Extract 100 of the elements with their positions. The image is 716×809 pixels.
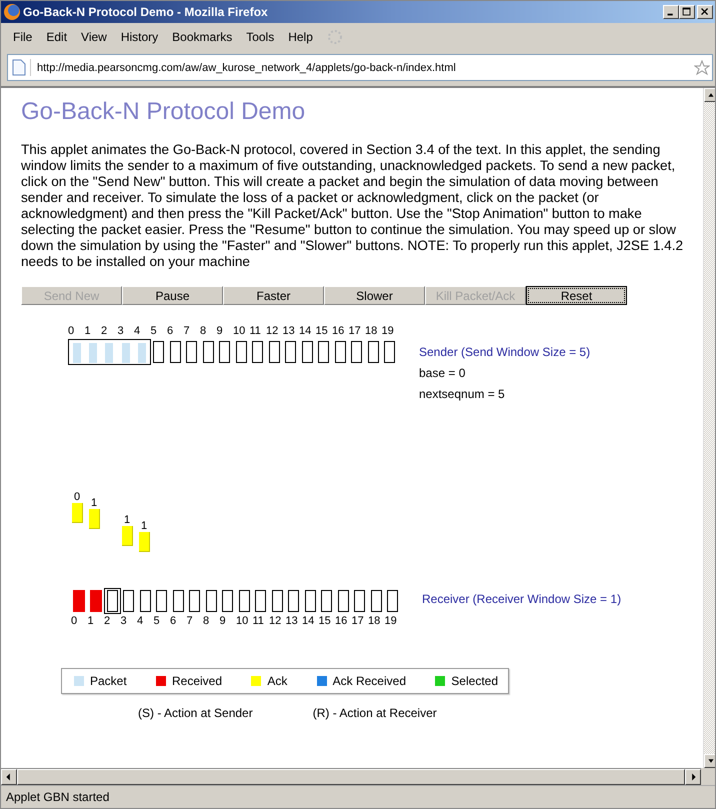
sequence-number: 18 [368, 615, 382, 628]
legend-label: Received [172, 674, 222, 688]
applet-button[interactable]: Pause [122, 286, 223, 305]
sequence-number: 8 [200, 325, 208, 338]
loading-icon [326, 29, 343, 45]
legend-label: Ack [267, 674, 288, 688]
sequence-number: 15 [318, 615, 332, 628]
sequence-number: 4 [134, 325, 142, 338]
sequence-number: 8 [203, 615, 210, 628]
sender-label: Sender (Send Window Size = 5) [419, 345, 590, 359]
sequence-number: 12 [269, 615, 282, 628]
receiver-slot[interactable] [352, 590, 368, 612]
applet-button[interactable]: Slower [324, 286, 425, 305]
sender-slot[interactable] [382, 341, 398, 363]
address-bar[interactable]: http://media.pearsoncmg.com/aw/aw_kurose_network_4/applets/go-back-n/index.html [7, 54, 713, 81]
sequence-number: 17 [352, 615, 365, 628]
sender-slot[interactable] [200, 341, 216, 363]
receiver-slot[interactable] [302, 590, 318, 612]
browser-logo-icon [4, 4, 20, 20]
sequence-number: 1 [84, 325, 92, 338]
receiver-slot[interactable] [252, 590, 269, 612]
sender-slot[interactable] [150, 341, 167, 363]
receiver-slot[interactable] [368, 590, 384, 612]
sequence-number: 7 [184, 325, 191, 338]
receiver-slot[interactable] [120, 590, 137, 612]
star-icon[interactable] [694, 60, 710, 76]
receiver-slot[interactable] [154, 590, 170, 612]
receiver-slot[interactable] [104, 588, 120, 614]
menu-item[interactable]: Bookmarks [166, 30, 240, 44]
applet-button[interactable]: Reset [526, 286, 627, 305]
page-heading: Go-Back-N Protocol Demo [21, 98, 306, 126]
sequence-number: 11 [250, 325, 262, 338]
sequence-number: 14 [302, 615, 316, 628]
scroll-left-icon[interactable] [1, 769, 17, 785]
sequence-number: 3 [120, 615, 128, 628]
sequence-number: 2 [101, 325, 108, 338]
window-title: Go-Back-N Protocol Demo - Mozilla Firefox [23, 5, 269, 19]
menu-item[interactable]: View [75, 30, 115, 44]
sender-slot[interactable] [68, 339, 84, 365]
sender-slot[interactable] [134, 339, 150, 365]
sender-slot[interactable] [233, 341, 250, 363]
legend-label: Packet [90, 674, 127, 688]
sequence-number: 6 [167, 325, 174, 338]
receiver-label: Receiver (Receiver Window Size = 1) [422, 592, 622, 606]
sender-slot[interactable] [365, 341, 382, 363]
sender-slot[interactable] [348, 341, 365, 363]
sequence-number: 19 [382, 325, 395, 338]
sequence-number: 12 [266, 325, 280, 338]
sequence-number: 0 [71, 615, 78, 628]
sender-slot[interactable] [250, 341, 266, 363]
menu-item[interactable]: Tools [240, 30, 282, 44]
receiver-slot[interactable] [186, 590, 203, 612]
scroll-down-icon[interactable] [704, 754, 715, 768]
sequence-number: 4 [137, 615, 144, 628]
receiver-slot[interactable] [137, 590, 154, 612]
sequence-number: 11 [252, 615, 265, 628]
receiver-slot[interactable] [286, 590, 302, 612]
legend-note: (S) - Action at Sender [138, 706, 253, 720]
receiver-slot[interactable] [318, 590, 335, 612]
sender-slot[interactable] [184, 341, 200, 363]
menu-item[interactable]: File [7, 30, 40, 44]
scroll-up-icon[interactable] [704, 88, 715, 102]
nextseqnum-value: nextseqnum = 5 [419, 387, 506, 401]
minimize-icon[interactable] [663, 5, 679, 19]
sender-slot[interactable] [282, 341, 299, 363]
sequence-number: 18 [365, 325, 378, 338]
receiver-slot[interactable] [220, 590, 236, 612]
menu-item[interactable]: Help [282, 30, 321, 44]
sequence-number: 9 [220, 615, 227, 628]
sequence-number: 17 [348, 325, 362, 338]
sequence-number: 6 [170, 615, 178, 628]
receiver-slot[interactable] [384, 590, 401, 612]
sequence-number: 2 [104, 615, 112, 628]
menu-item[interactable]: Edit [40, 30, 76, 44]
sender-slot[interactable] [299, 341, 316, 363]
sequence-number: 13 [282, 325, 296, 338]
sender-slot[interactable] [266, 341, 282, 363]
sequence-number: 19 [384, 615, 398, 628]
address-field[interactable]: http://media.pearsoncmg.com/aw/aw_kurose_network_4/applets/go-back-n/index.html [37, 62, 694, 74]
legend-note: (R) - Action at Receiver [312, 706, 437, 720]
legend-label: Ack Received [332, 674, 406, 688]
base-value: base = 0 [419, 366, 466, 380]
receiver-slot[interactable] [269, 590, 286, 612]
receiver-slot[interactable] [203, 590, 220, 612]
close-icon[interactable] [697, 5, 713, 19]
sender-slot[interactable] [332, 341, 348, 363]
applet-button[interactable]: Faster [223, 286, 324, 305]
scroll-right-icon[interactable] [685, 769, 701, 785]
sender-slot[interactable] [167, 341, 184, 363]
receiver-slot[interactable] [236, 590, 252, 612]
sequence-number: 15 [316, 325, 329, 338]
legend-label: Selected [451, 674, 498, 688]
sender-slot[interactable] [316, 341, 332, 363]
description-paragraph: This applet animates the Go-Back-N protocol, covered in Section 3.4 of the text. In this applet, the sending window limits the sender to a maximum of five outstanding, unacknowledged packets. To send a new packet, click on the "Send New" button. This will create a packet and begin the simulation of data moving between sender and receiver. To simulate the loss of a packet or acknowledgment, click on the packet (or acknowledgment) and then press the "Kill Packet/Ack" button. Use the "Stop Animation" button to make selecting the packet easier. Press the "Resume" button to continue the simulation. You may speed up or slow down the simulation by using the "Faster" and "Slower" buttons. NOTE: To properly run this applet, J2SE 1.4.2 needs to be installed on your machine [21, 142, 684, 270]
receiver-slot[interactable] [335, 590, 352, 612]
maximize-icon[interactable] [679, 5, 695, 19]
menu-item[interactable]: History [114, 30, 166, 44]
sequence-number: 14 [299, 325, 312, 338]
sender-slot[interactable] [216, 341, 233, 363]
receiver-slot[interactable] [170, 590, 186, 612]
